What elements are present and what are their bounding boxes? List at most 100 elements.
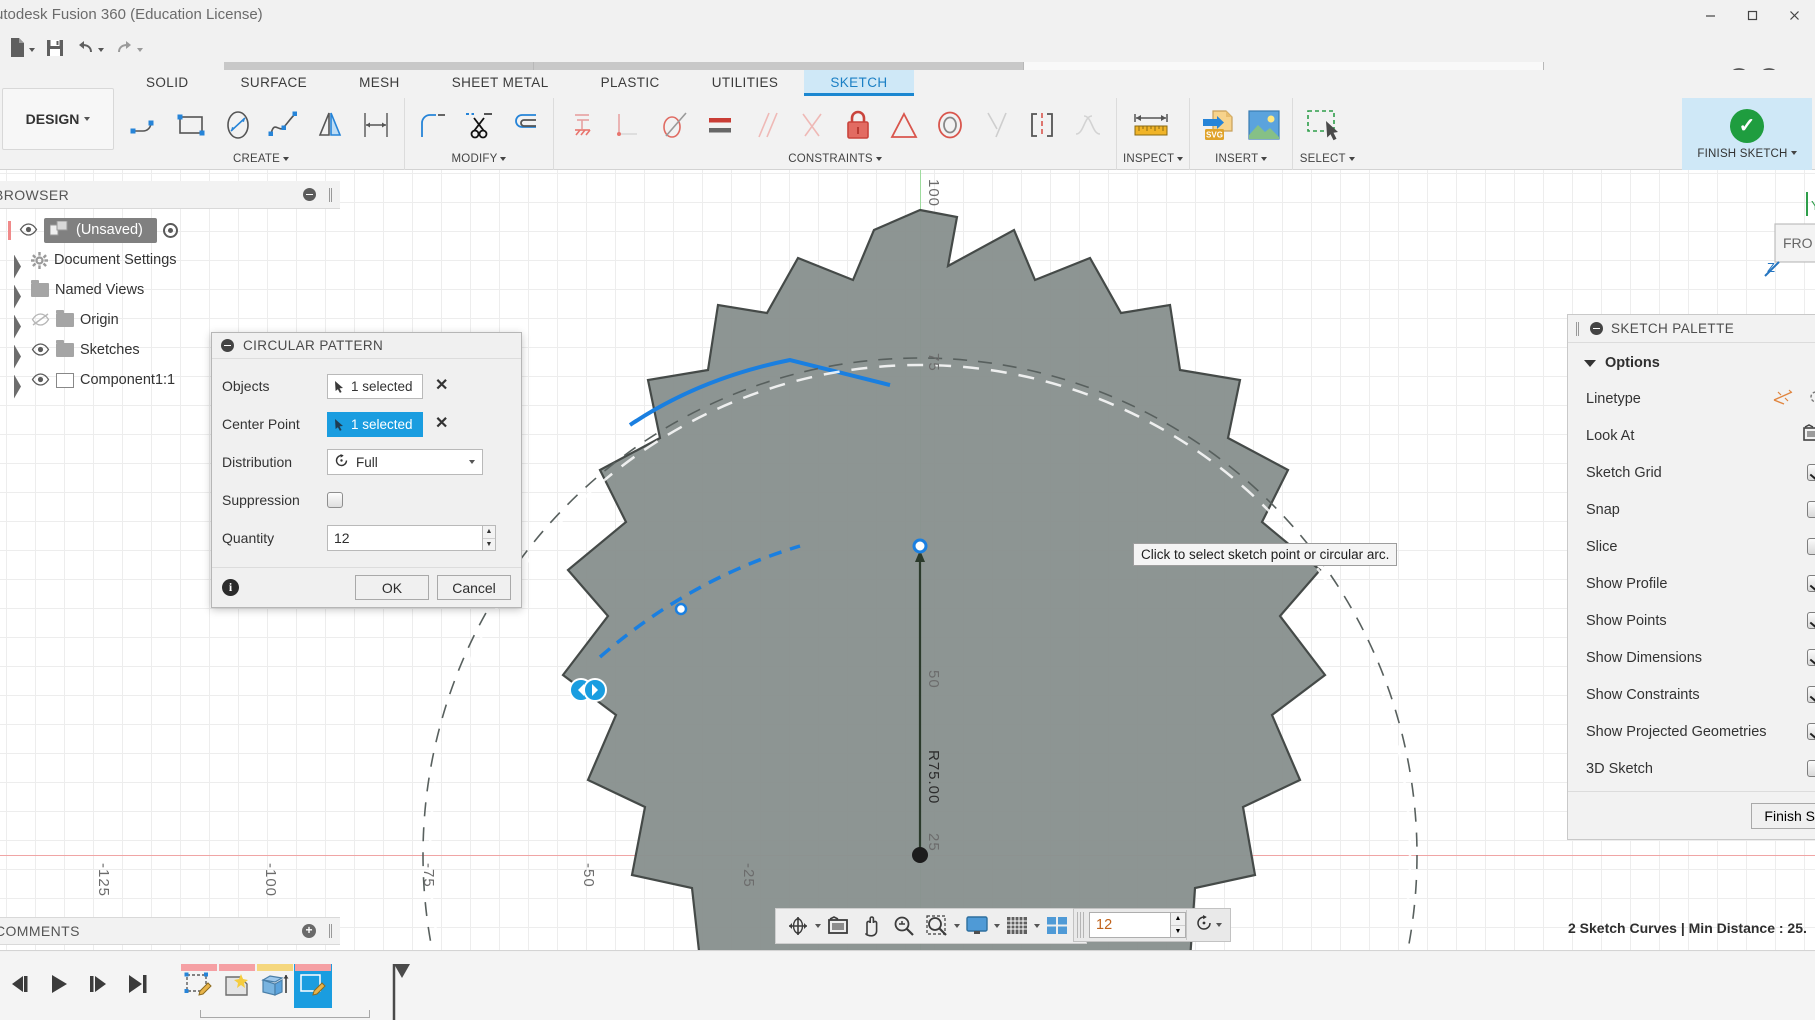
- sketch-dimension-tool[interactable]: [354, 101, 398, 149]
- workspace-switcher[interactable]: DESIGN: [2, 88, 114, 150]
- show-projected-geometries-checkbox[interactable]: [1807, 723, 1815, 740]
- rectangle-tool[interactable]: [170, 101, 214, 149]
- ribbon-tab-surface[interactable]: SURFACE: [215, 70, 334, 96]
- browser-row-named-views[interactable]: Named Views: [0, 275, 340, 305]
- timeline-feature-offset[interactable]: [256, 964, 294, 1008]
- concentric-constraint-tool[interactable]: [928, 101, 972, 149]
- quantity-stepper[interactable]: ▲ ▼: [482, 525, 496, 551]
- ok-button[interactable]: OK: [355, 575, 429, 600]
- new-document-button[interactable]: [4, 35, 39, 65]
- visibility-eye-icon[interactable]: [31, 343, 50, 357]
- visibility-eye-icon[interactable]: [31, 373, 50, 387]
- clear-center-point-button[interactable]: ✕: [435, 416, 448, 432]
- palette-row-show-profile[interactable]: Show Profile: [1568, 565, 1815, 602]
- equal-constraint-tool[interactable]: [698, 101, 742, 149]
- coincident-constraint-tool[interactable]: [606, 101, 650, 149]
- chevron-right-icon[interactable]: [12, 344, 25, 357]
- dialog-title-bar[interactable]: CIRCULAR PATTERN: [212, 333, 521, 359]
- comments-bar[interactable]: COMMENTS +: [0, 917, 340, 945]
- midpoint-constraint-tool[interactable]: [882, 101, 926, 149]
- constraint-glyph-badge[interactable]: [568, 670, 608, 710]
- save-button[interactable]: [41, 35, 69, 65]
- show-constraints-checkbox[interactable]: [1807, 686, 1815, 703]
- widget-grip[interactable]: [1077, 912, 1086, 938]
- center-point-select-field[interactable]: 1 selected: [327, 412, 423, 437]
- undo-button[interactable]: [71, 35, 108, 65]
- visibility-eye-icon[interactable]: [19, 223, 38, 237]
- add-comment-button[interactable]: +: [302, 924, 316, 938]
- show-profile-checkbox[interactable]: [1807, 575, 1815, 592]
- ribbon-tab-sheet-metal[interactable]: SHEET METAL: [426, 70, 575, 96]
- chevron-right-icon[interactable]: [12, 314, 25, 327]
- linetype-normal-icon[interactable]: [1772, 388, 1794, 410]
- select-tool[interactable]: [1299, 101, 1355, 149]
- slice-checkbox[interactable]: [1807, 538, 1815, 555]
- view-cube[interactable]: Y FRO Z: [1741, 190, 1815, 300]
- clear-objects-button[interactable]: ✕: [435, 378, 448, 394]
- curvature-constraint-tool[interactable]: [1066, 101, 1110, 149]
- ribbon-tab-utilities[interactable]: UTILITIES: [686, 70, 805, 96]
- finish-sketch-button[interactable]: ✓ FINISH SKETCH: [1682, 98, 1812, 170]
- palette-grip[interactable]: [1576, 322, 1579, 336]
- browser-row-unsaved[interactable]: (Unsaved): [0, 215, 340, 245]
- sketch-palette-header[interactable]: SKETCH PALETTE: [1568, 315, 1815, 343]
- timeline-step-back-button[interactable]: [7, 973, 33, 1000]
- timeline-feature-sketch[interactable]: [180, 964, 218, 1008]
- palette-row-show-dimensions[interactable]: Show Dimensions: [1568, 639, 1815, 676]
- collinear-constraint-tool[interactable]: [974, 101, 1018, 149]
- chevron-down-icon[interactable]: [1034, 924, 1040, 928]
- viewports-button[interactable]: [1041, 910, 1073, 942]
- spline-tool[interactable]: [262, 101, 306, 149]
- zoom-button[interactable]: [888, 910, 920, 942]
- linetype-construction-icon[interactable]: [1808, 388, 1815, 410]
- palette-row-show-constraints[interactable]: Show Constraints: [1568, 676, 1815, 713]
- info-icon[interactable]: i: [222, 579, 239, 596]
- palette-finish-sketch-button[interactable]: Finish S: [1751, 803, 1815, 829]
- canvas-distribution-button[interactable]: [1186, 910, 1230, 940]
- maximize-button[interactable]: [1731, 0, 1773, 30]
- measure-tool[interactable]: [1123, 101, 1179, 149]
- parallel-constraint-tool[interactable]: [744, 101, 788, 149]
- show-points-checkbox[interactable]: [1807, 612, 1815, 629]
- timeline-end-marker[interactable]: [392, 964, 410, 1020]
- chevron-down-icon[interactable]: [815, 924, 821, 928]
- line-tool[interactable]: [124, 101, 168, 149]
- objects-select-field[interactable]: 1 selected: [327, 374, 423, 399]
- ribbon-tab-plastic[interactable]: PLASTIC: [575, 70, 686, 96]
- fit-button[interactable]: [921, 910, 953, 942]
- radius-dimension-label[interactable]: R75.00: [925, 750, 942, 804]
- orbit-button[interactable]: [782, 910, 814, 942]
- cancel-button[interactable]: Cancel: [437, 575, 511, 600]
- palette-row-show-projected-geometries[interactable]: Show Projected Geometries: [1568, 713, 1815, 750]
- stepper-down-icon[interactable]: ▼: [1171, 925, 1185, 938]
- insert-svg-tool[interactable]: SVG: [1196, 101, 1240, 149]
- look-at-icon[interactable]: [1802, 424, 1815, 447]
- redo-button[interactable]: [110, 35, 147, 65]
- timeline-feature-sketch-active[interactable]: [294, 964, 332, 1008]
- ribbon-tab-mesh[interactable]: MESH: [333, 70, 426, 96]
- chevron-right-icon[interactable]: [12, 374, 25, 387]
- snap-checkbox[interactable]: [1807, 501, 1815, 518]
- palette-row-show-points[interactable]: Show Points: [1568, 602, 1815, 639]
- stepper-down-icon[interactable]: ▼: [483, 538, 495, 551]
- browser-row-origin[interactable]: Origin: [0, 305, 340, 335]
- palette-collapse-icon[interactable]: [1590, 322, 1603, 335]
- chevron-down-icon[interactable]: [954, 924, 960, 928]
- stepper-up-icon[interactable]: ▲: [483, 526, 495, 538]
- quantity-input[interactable]: 12 ▲ ▼: [327, 525, 483, 551]
- palette-row-sketch-grid[interactable]: Sketch Grid: [1568, 454, 1815, 491]
- visibility-off-icon[interactable]: [31, 313, 50, 327]
- minimize-button[interactable]: [1689, 0, 1731, 30]
- ribbon-tab-sketch[interactable]: SKETCH: [804, 70, 913, 96]
- chevron-down-icon[interactable]: [994, 924, 1000, 928]
- palette-row-slice[interactable]: Slice: [1568, 528, 1815, 565]
- close-button[interactable]: [1773, 0, 1815, 30]
- comments-grip[interactable]: [329, 924, 332, 938]
- chevron-right-icon[interactable]: [12, 284, 25, 297]
- grid-settings-button[interactable]: [1001, 910, 1033, 942]
- show-dimensions-checkbox[interactable]: [1807, 649, 1815, 666]
- palette-row-look-at[interactable]: Look At: [1568, 417, 1815, 454]
- fillet-tool[interactable]: [411, 101, 455, 149]
- stepper-up-icon[interactable]: ▲: [1171, 913, 1185, 925]
- ribbon-tab-solid[interactable]: SOLID: [120, 70, 215, 96]
